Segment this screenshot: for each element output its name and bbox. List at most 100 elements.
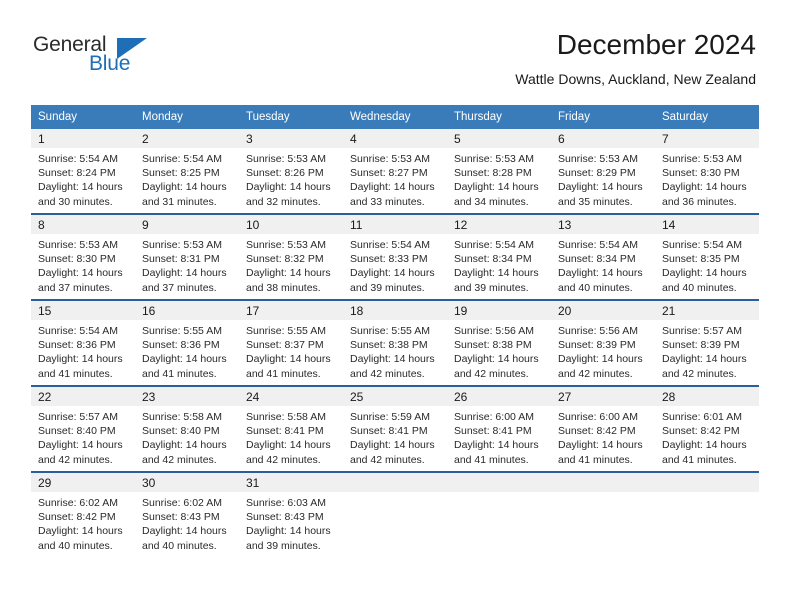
sunset-text: Sunset: 8:38 PM <box>454 339 532 352</box>
day-cell[interactable]: 8 Sunrise: 5:53 AM Sunset: 8:30 PM Dayli… <box>31 213 135 300</box>
day-details: Sunrise: 5:57 AM Sunset: 8:40 PM Dayligh… <box>31 406 135 467</box>
day-cell[interactable]: 13 Sunrise: 5:54 AM Sunset: 8:34 PM Dayl… <box>551 213 655 300</box>
day-details: Sunrise: 5:53 AM Sunset: 8:26 PM Dayligh… <box>239 148 343 209</box>
day-cell[interactable]: 22 Sunrise: 5:57 AM Sunset: 8:40 PM Dayl… <box>31 385 135 472</box>
day-cell[interactable]: 31 Sunrise: 6:03 AM Sunset: 8:43 PM Dayl… <box>239 471 343 557</box>
day-details: Sunrise: 5:54 AM Sunset: 8:25 PM Dayligh… <box>135 148 239 209</box>
day-cell[interactable]: 26 Sunrise: 6:00 AM Sunset: 8:41 PM Dayl… <box>447 385 551 472</box>
page-header: General Blue December 2024 Wattle Downs,… <box>0 0 792 96</box>
day-cell[interactable]: 28 Sunrise: 6:01 AM Sunset: 8:42 PM Dayl… <box>655 385 759 472</box>
day-details: Sunrise: 5:57 AM Sunset: 8:39 PM Dayligh… <box>655 320 759 381</box>
title-block: December 2024 Wattle Downs, Auckland, Ne… <box>515 28 756 88</box>
day-cell[interactable]: 3 Sunrise: 5:53 AM Sunset: 8:26 PM Dayli… <box>239 129 343 214</box>
day-number: 16 <box>135 301 239 320</box>
daylight-text-line1: Daylight: 14 hours <box>558 267 643 280</box>
day-details: Sunrise: 5:58 AM Sunset: 8:40 PM Dayligh… <box>135 406 239 467</box>
daylight-text-line1: Daylight: 14 hours <box>350 267 435 280</box>
day-number: 30 <box>135 473 239 492</box>
sunrise-text: Sunrise: 5:53 AM <box>558 153 638 165</box>
day-cell[interactable]: 17 Sunrise: 5:55 AM Sunset: 8:37 PM Dayl… <box>239 299 343 386</box>
sunset-text: Sunset: 8:38 PM <box>350 339 428 352</box>
daylight-text-line2: and 42 minutes. <box>142 453 217 466</box>
day-details: Sunrise: 5:55 AM Sunset: 8:38 PM Dayligh… <box>343 320 447 381</box>
day-cell[interactable]: 23 Sunrise: 5:58 AM Sunset: 8:40 PM Dayl… <box>135 385 239 472</box>
day-cell[interactable]: 19 Sunrise: 5:56 AM Sunset: 8:38 PM Dayl… <box>447 299 551 386</box>
day-number: 8 <box>31 215 135 234</box>
daylight-text-line2: and 41 minutes. <box>142 367 217 380</box>
day-number <box>343 473 447 492</box>
day-number: 25 <box>343 387 447 406</box>
page-title: December 2024 <box>556 29 756 60</box>
day-number: 21 <box>655 301 759 320</box>
daylight-text-line1: Daylight: 14 hours <box>38 525 123 538</box>
day-cell[interactable]: 25 Sunrise: 5:59 AM Sunset: 8:41 PM Dayl… <box>343 385 447 472</box>
sunset-text: Sunset: 8:40 PM <box>38 425 116 438</box>
day-details: Sunrise: 6:00 AM Sunset: 8:42 PM Dayligh… <box>551 406 655 467</box>
calendar-table: Sunday Monday Tuesday Wednesday Thursday… <box>31 105 759 557</box>
day-cell[interactable]: 2 Sunrise: 5:54 AM Sunset: 8:25 PM Dayli… <box>135 129 239 214</box>
daylight-text-line2: and 40 minutes. <box>558 281 633 294</box>
sunrise-text: Sunrise: 5:53 AM <box>662 153 742 165</box>
day-cell[interactable]: 6 Sunrise: 5:53 AM Sunset: 8:29 PM Dayli… <box>551 129 655 214</box>
day-number: 14 <box>655 215 759 234</box>
sunrise-text: Sunrise: 5:56 AM <box>454 325 534 337</box>
sunset-text: Sunset: 8:41 PM <box>350 425 428 438</box>
day-details: Sunrise: 6:02 AM Sunset: 8:43 PM Dayligh… <box>135 492 239 553</box>
sunrise-text: Sunrise: 6:03 AM <box>246 497 326 509</box>
sunrise-text: Sunrise: 6:00 AM <box>558 411 638 423</box>
day-cell[interactable]: 9 Sunrise: 5:53 AM Sunset: 8:31 PM Dayli… <box>135 213 239 300</box>
day-cell[interactable]: 24 Sunrise: 5:58 AM Sunset: 8:41 PM Dayl… <box>239 385 343 472</box>
day-details: Sunrise: 6:01 AM Sunset: 8:42 PM Dayligh… <box>655 406 759 467</box>
day-cell[interactable]: 4 Sunrise: 5:53 AM Sunset: 8:27 PM Dayli… <box>343 129 447 214</box>
sunset-text: Sunset: 8:24 PM <box>38 167 116 180</box>
day-cell[interactable]: 20 Sunrise: 5:56 AM Sunset: 8:39 PM Dayl… <box>551 299 655 386</box>
day-cell[interactable]: 12 Sunrise: 5:54 AM Sunset: 8:34 PM Dayl… <box>447 213 551 300</box>
sunset-text: Sunset: 8:36 PM <box>38 339 116 352</box>
day-number: 1 <box>31 129 135 148</box>
day-number: 17 <box>239 301 343 320</box>
day-cell[interactable]: 29 Sunrise: 6:02 AM Sunset: 8:42 PM Dayl… <box>31 471 135 557</box>
day-details: Sunrise: 5:54 AM Sunset: 8:34 PM Dayligh… <box>447 234 551 295</box>
sunrise-text: Sunrise: 6:02 AM <box>38 497 118 509</box>
day-details: Sunrise: 5:53 AM Sunset: 8:29 PM Dayligh… <box>551 148 655 209</box>
daylight-text-line2: and 41 minutes. <box>454 453 529 466</box>
weekday-header-saturday: Saturday <box>655 105 759 129</box>
sunrise-text: Sunrise: 6:00 AM <box>454 411 534 423</box>
daylight-text-line1: Daylight: 14 hours <box>246 525 331 538</box>
weekday-header-thursday: Thursday <box>447 105 551 129</box>
daylight-text-line2: and 40 minutes. <box>38 539 113 552</box>
general-blue-logo[interactable]: General Blue <box>33 33 213 81</box>
day-cell[interactable]: 16 Sunrise: 5:55 AM Sunset: 8:36 PM Dayl… <box>135 299 239 386</box>
day-cell[interactable]: 7 Sunrise: 5:53 AM Sunset: 8:30 PM Dayli… <box>655 129 759 214</box>
day-details: Sunrise: 5:53 AM Sunset: 8:27 PM Dayligh… <box>343 148 447 209</box>
day-cell[interactable]: 18 Sunrise: 5:55 AM Sunset: 8:38 PM Dayl… <box>343 299 447 386</box>
sunset-text: Sunset: 8:29 PM <box>558 167 636 180</box>
day-number: 24 <box>239 387 343 406</box>
daylight-text-line2: and 37 minutes. <box>142 281 217 294</box>
day-cell[interactable]: 14 Sunrise: 5:54 AM Sunset: 8:35 PM Dayl… <box>655 213 759 300</box>
sunrise-text: Sunrise: 6:02 AM <box>142 497 222 509</box>
sunset-text: Sunset: 8:37 PM <box>246 339 324 352</box>
day-cell[interactable]: 21 Sunrise: 5:57 AM Sunset: 8:39 PM Dayl… <box>655 299 759 386</box>
day-details: Sunrise: 5:54 AM Sunset: 8:36 PM Dayligh… <box>31 320 135 381</box>
day-number: 9 <box>135 215 239 234</box>
day-number: 20 <box>551 301 655 320</box>
day-number <box>447 473 551 492</box>
day-cell[interactable]: 10 Sunrise: 5:53 AM Sunset: 8:32 PM Dayl… <box>239 213 343 300</box>
day-number: 15 <box>31 301 135 320</box>
daylight-text-line2: and 38 minutes. <box>246 281 321 294</box>
day-details: Sunrise: 6:00 AM Sunset: 8:41 PM Dayligh… <box>447 406 551 467</box>
day-details <box>655 492 759 496</box>
day-cell[interactable]: 5 Sunrise: 5:53 AM Sunset: 8:28 PM Dayli… <box>447 129 551 214</box>
daylight-text-line1: Daylight: 14 hours <box>350 353 435 366</box>
day-details: Sunrise: 6:02 AM Sunset: 8:42 PM Dayligh… <box>31 492 135 553</box>
day-cell[interactable]: 11 Sunrise: 5:54 AM Sunset: 8:33 PM Dayl… <box>343 213 447 300</box>
sunrise-text: Sunrise: 5:54 AM <box>454 239 534 251</box>
sunrise-text: Sunrise: 5:58 AM <box>142 411 222 423</box>
day-cell[interactable]: 27 Sunrise: 6:00 AM Sunset: 8:42 PM Dayl… <box>551 385 655 472</box>
day-cell[interactable]: 30 Sunrise: 6:02 AM Sunset: 8:43 PM Dayl… <box>135 471 239 557</box>
day-cell[interactable]: 15 Sunrise: 5:54 AM Sunset: 8:36 PM Dayl… <box>31 299 135 386</box>
day-number: 28 <box>655 387 759 406</box>
day-cell[interactable]: 1 Sunrise: 5:54 AM Sunset: 8:24 PM Dayli… <box>31 129 135 214</box>
day-cell-empty <box>655 471 759 557</box>
